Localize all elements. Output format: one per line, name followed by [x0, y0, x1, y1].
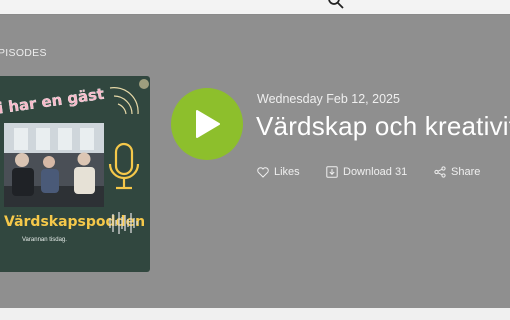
- share-button[interactable]: Share: [434, 166, 480, 178]
- cover-tagline: Varannan tisdag.: [22, 237, 67, 243]
- share-label: Share: [451, 166, 481, 178]
- share-icon: [434, 166, 446, 178]
- cover-show-name: Värdskapspodden: [4, 214, 145, 230]
- download-icon: [326, 166, 338, 178]
- heart-icon: [257, 166, 269, 178]
- episode-actions: Likes Download 31 Share: [0, 166, 510, 182]
- search-icon[interactable]: [327, 0, 345, 10]
- likes-label: Likes: [274, 166, 300, 178]
- download-button[interactable]: Download 31: [326, 166, 407, 178]
- episode-date: Wednesday Feb 12, 2025: [257, 92, 400, 106]
- top-bar-faint-text: · · · · · · · · ·: [168, 0, 248, 5]
- top-bar: · · · · · · · · ·: [0, 0, 510, 14]
- cover-headline: i har en gäst: [0, 85, 105, 118]
- likes-button[interactable]: Likes: [257, 166, 300, 178]
- download-label: Download 31: [343, 166, 408, 178]
- episode-title[interactable]: Värdskap och kreativit: [256, 111, 510, 142]
- section-label: PISODES: [0, 47, 47, 59]
- bottom-strip: [0, 308, 510, 320]
- play-icon: [196, 110, 220, 138]
- play-button[interactable]: [171, 88, 243, 160]
